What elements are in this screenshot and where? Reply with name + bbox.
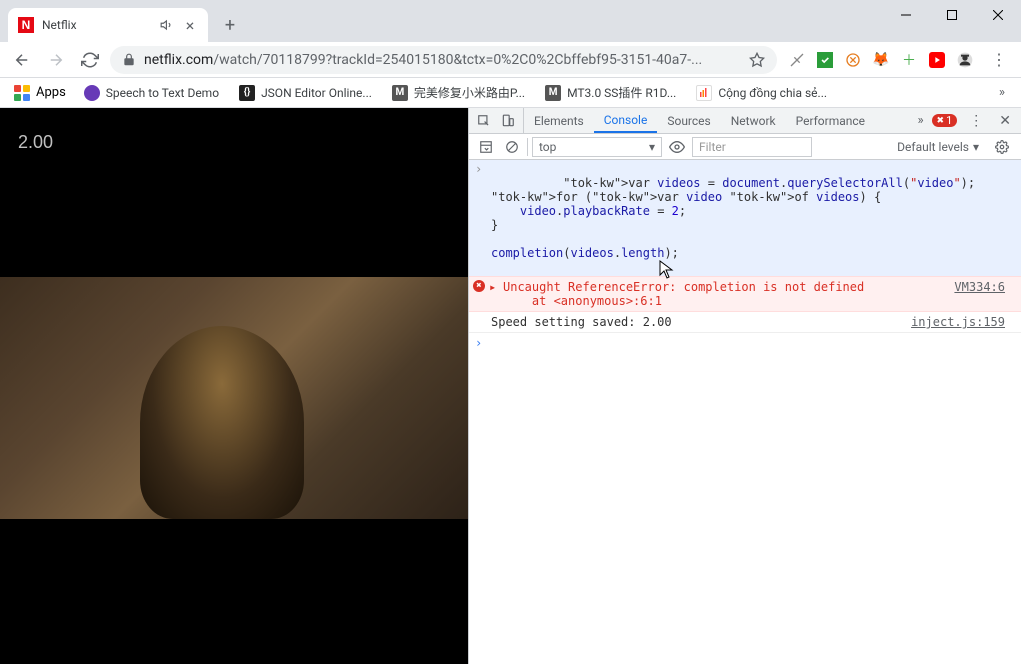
console-input-history: ›"tok-kw">var videos = document.querySel… [469, 160, 1021, 276]
content-area: 2.00 Elements Console Sources Network Pe… [0, 108, 1021, 664]
chrome-menu-button[interactable]: ⋮ [985, 50, 1013, 69]
expand-caret-icon[interactable]: ▸ [489, 280, 496, 294]
tab-network[interactable]: Network [721, 108, 786, 133]
bookmark-icon [84, 85, 100, 101]
tabs-overflow-icon[interactable]: » [917, 113, 923, 128]
bookmark-icon [696, 85, 712, 101]
bookmark-star-icon[interactable] [749, 52, 765, 68]
minimize-button[interactable] [883, 0, 929, 30]
address-bar: netflix.com/watch/70118799?trackId=25401… [0, 42, 1021, 78]
netflix-favicon: N [18, 17, 34, 33]
inspect-element-icon[interactable] [477, 114, 491, 128]
audio-icon[interactable] [160, 18, 174, 32]
new-tab-button[interactable]: + [216, 11, 244, 39]
tab-sources[interactable]: Sources [657, 108, 720, 133]
bookmark-item[interactable]: {}JSON Editor Online... [231, 81, 380, 105]
letterbox-top [0, 108, 468, 277]
console-output[interactable]: ›"tok-kw">var videos = document.querySel… [469, 160, 1021, 664]
tab-performance[interactable]: Performance [786, 108, 875, 133]
close-tab-icon[interactable]: × [182, 16, 198, 35]
console-log-row: Speed setting saved: 2.00 inject.js:159 [469, 312, 1021, 333]
lock-icon [122, 53, 136, 67]
console-settings-icon[interactable] [989, 140, 1015, 154]
forward-button[interactable] [42, 46, 70, 74]
omnibox[interactable]: netflix.com/watch/70118799?trackId=25401… [110, 46, 777, 74]
apps-icon [14, 85, 30, 101]
devtools-panel: Elements Console Sources Network Perform… [468, 108, 1021, 664]
devtools-tabs: Elements Console Sources Network Perform… [469, 108, 1021, 134]
ext-icon-5[interactable]: ＋ [901, 52, 917, 68]
ext-icon-2[interactable] [817, 52, 833, 68]
console-prompt[interactable]: › [469, 333, 1021, 339]
url-text: netflix.com/watch/70118799?trackId=25401… [144, 52, 741, 68]
error-count-badge[interactable]: ✖1 [932, 114, 958, 127]
apps-label: Apps [36, 85, 66, 100]
window-controls [883, 0, 1021, 30]
clear-console-icon[interactable] [501, 136, 523, 158]
video-frame [0, 277, 468, 519]
maximize-button[interactable] [929, 0, 975, 30]
live-expression-icon[interactable] [666, 136, 688, 158]
device-toggle-icon[interactable] [501, 114, 515, 128]
bookmark-item[interactable]: Cộng đồng chia sẻ... [688, 81, 835, 105]
ext-icon-4[interactable]: 🦊 [873, 52, 889, 68]
ext-icon-1[interactable] [789, 52, 805, 68]
back-button[interactable] [8, 46, 36, 74]
bookmarks-bar: Apps Speech to Text Demo {}JSON Editor O… [0, 78, 1021, 108]
bookmark-item[interactable]: MMT3.0 SS插件 R1D... [537, 80, 684, 105]
input-chevron-icon: › [475, 162, 482, 176]
log-message: Speed setting saved: 2.00 [491, 315, 911, 329]
letterbox-bottom [0, 519, 468, 664]
console-sidebar-toggle-icon[interactable] [475, 136, 497, 158]
log-levels-selector[interactable]: Default levels ▾ [891, 137, 985, 157]
browser-window: N Netflix × + netflix.com/watch/70118799… [0, 0, 1021, 664]
extension-icons: 🦊 ＋ [783, 52, 979, 68]
speed-overlay: 2.00 [18, 132, 53, 153]
bookmark-icon: M [545, 85, 561, 101]
bookmark-item[interactable]: Speech to Text Demo [76, 81, 227, 105]
tab-title: Netflix [42, 18, 152, 32]
tab-console[interactable]: Console [594, 108, 658, 133]
error-source-link[interactable]: VM334:6 [954, 280, 1013, 308]
apps-shortcut[interactable]: Apps [8, 81, 72, 105]
error-message: Uncaught ReferenceError: completion is n… [491, 280, 954, 308]
console-toolbar: top▾ Filter Default levels ▾ [469, 134, 1021, 160]
browser-tab[interactable]: N Netflix × [8, 8, 208, 42]
console-error-row: ✖ ▸ Uncaught ReferenceError: completion … [469, 276, 1021, 312]
filter-input[interactable]: Filter [692, 137, 812, 157]
prompt-chevron-icon: › [475, 336, 482, 350]
devtools-menu-icon[interactable]: ⋮ [965, 113, 987, 129]
tab-elements[interactable]: Elements [524, 108, 594, 133]
bookmark-icon: {} [239, 85, 255, 101]
reload-button[interactable] [76, 46, 104, 74]
titlebar: N Netflix × + [0, 0, 1021, 42]
close-window-button[interactable] [975, 0, 1021, 30]
bookmark-icon: M [392, 85, 408, 101]
bookmark-item[interactable]: M完美修复小米路由P... [384, 80, 533, 105]
video-player[interactable]: 2.00 [0, 108, 468, 664]
error-icon: ✖ [473, 280, 485, 292]
log-source-link[interactable]: inject.js:159 [911, 315, 1013, 329]
devtools-close-icon[interactable]: ✕ [995, 113, 1015, 129]
youtube-icon[interactable] [929, 52, 945, 68]
tabstrip: N Netflix × + [0, 0, 244, 42]
context-selector[interactable]: top▾ [532, 137, 662, 157]
bookmarks-overflow-icon[interactable]: » [991, 85, 1013, 100]
ext-icon-3[interactable] [845, 52, 861, 68]
profile-avatar[interactable] [957, 52, 973, 68]
